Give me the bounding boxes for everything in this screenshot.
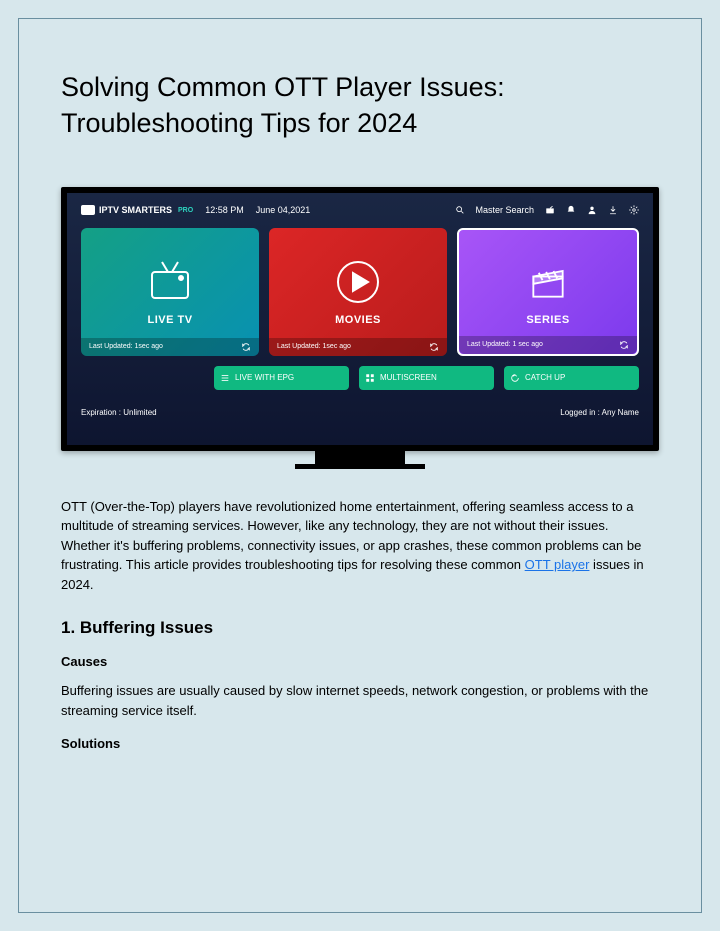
logo-sub: PRO: [178, 207, 193, 214]
updated-label: Last Updated: 1sec ago: [277, 343, 351, 350]
tile-label: LIVE TV: [147, 314, 192, 326]
updated-label: Last Updated: 1sec ago: [89, 343, 163, 350]
ott-player-link[interactable]: OTT player: [525, 557, 590, 572]
causes-heading: Causes: [61, 654, 659, 669]
date-label: June 04,2021: [256, 205, 311, 215]
search-label: Master Search: [475, 205, 534, 215]
tv-icon: [146, 258, 194, 306]
tile-label: MOVIES: [335, 314, 381, 326]
tile-label: SERIES: [526, 314, 569, 326]
causes-paragraph: Buffering issues are usually caused by s…: [61, 681, 659, 720]
user-icon: [586, 205, 597, 216]
tile-footer: Last Updated: 1sec ago: [81, 338, 259, 356]
refresh-icon: [429, 342, 439, 352]
btn-label: MULTISCREEN: [380, 373, 437, 382]
tile-footer: Last Updated: 1sec ago: [269, 338, 447, 356]
expiration-label: Expiration : Unlimited: [81, 408, 157, 417]
list-icon: [220, 373, 230, 383]
tile-livetv: LIVE TV Last Updated: 1sec ago: [81, 228, 259, 356]
intro-paragraph: OTT (Over-the-Top) players have revoluti…: [61, 497, 659, 595]
tile-series: SERIES Last Updated: 1 sec ago: [457, 228, 639, 356]
refresh-icon: [619, 340, 629, 350]
bottom-bar: Expiration : Unlimited Logged in : Any N…: [81, 408, 639, 417]
tv-screen: IPTV SMARTERS PRO 12:58 PM June 04,2021 …: [67, 193, 653, 445]
tiles-row: LIVE TV Last Updated: 1sec ago MOVIES: [81, 228, 639, 356]
time-label: 12:58 PM: [205, 205, 244, 215]
document-page: Solving Common OTT Player Issues: Troubl…: [18, 18, 702, 913]
btn-label: LIVE WITH EPG: [235, 373, 294, 382]
btn-live-epg: LIVE WITH EPG: [214, 366, 349, 390]
grid-icon: [365, 373, 375, 383]
solutions-heading: Solutions: [61, 736, 659, 751]
rewind-icon: [510, 373, 520, 383]
tv-image: IPTV SMARTERS PRO 12:58 PM June 04,2021 …: [61, 187, 659, 469]
tv-frame: IPTV SMARTERS PRO 12:58 PM June 04,2021 …: [61, 187, 659, 451]
btn-multiscreen: MULTISCREEN: [359, 366, 494, 390]
app-logo: IPTV SMARTERS PRO: [81, 205, 193, 215]
search-icon: [454, 205, 465, 216]
bell-icon: [565, 205, 576, 216]
tv-topbar: IPTV SMARTERS PRO 12:58 PM June 04,2021 …: [81, 201, 639, 224]
updated-label: Last Updated: 1 sec ago: [467, 341, 543, 348]
tile-movies: MOVIES Last Updated: 1sec ago: [269, 228, 447, 356]
gear-icon: [628, 205, 639, 216]
page-title: Solving Common OTT Player Issues: Troubl…: [61, 69, 659, 142]
radio-icon: [544, 205, 555, 216]
topbar-right: Master Search: [454, 205, 639, 216]
clapper-icon: [524, 258, 572, 306]
logo-text: IPTV SMARTERS: [99, 205, 172, 215]
logo-icon: [81, 205, 95, 215]
tv-stand: [315, 451, 405, 469]
btn-label: CATCH UP: [525, 373, 565, 382]
play-icon: [334, 258, 382, 306]
logged-in-label: Logged in : Any Name: [560, 408, 639, 417]
refresh-icon: [241, 342, 251, 352]
download-icon: [607, 205, 618, 216]
section-1-heading: 1. Buffering Issues: [61, 618, 659, 638]
tile-footer: Last Updated: 1 sec ago: [459, 336, 637, 354]
btn-catchup: CATCH UP: [504, 366, 639, 390]
button-row: LIVE WITH EPG MULTISCREEN CATCH UP: [81, 366, 639, 390]
